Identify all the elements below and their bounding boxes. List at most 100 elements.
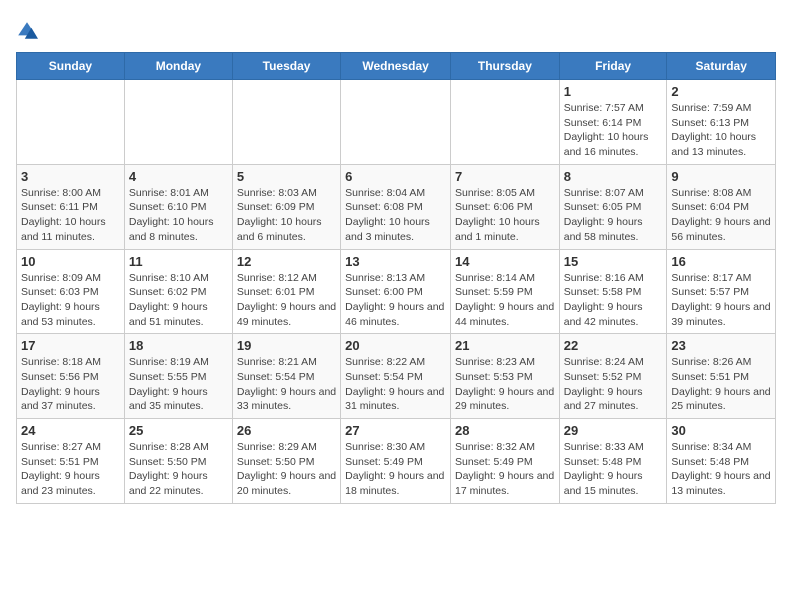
day-number: 5	[237, 169, 336, 184]
day-info: Sunrise: 7:59 AM Sunset: 6:13 PM Dayligh…	[671, 101, 771, 160]
calendar-cell: 10 Sunrise: 8:09 AM Sunset: 6:03 PM Dayli…	[17, 249, 125, 334]
calendar-header: SundayMondayTuesdayWednesdayThursdayFrid…	[17, 53, 776, 80]
calendar-cell	[450, 80, 559, 165]
weekday-header-thursday: Thursday	[450, 53, 559, 80]
day-number: 4	[129, 169, 228, 184]
day-info: Sunrise: 8:17 AM Sunset: 5:57 PM Dayligh…	[671, 271, 771, 330]
day-info: Sunrise: 8:08 AM Sunset: 6:04 PM Dayligh…	[671, 186, 771, 245]
calendar-week-row: 3 Sunrise: 8:00 AM Sunset: 6:11 PM Daylig…	[17, 164, 776, 249]
calendar-cell: 12 Sunrise: 8:12 AM Sunset: 6:01 PM Dayli…	[232, 249, 340, 334]
calendar-cell	[232, 80, 340, 165]
weekday-header-friday: Friday	[559, 53, 667, 80]
day-info: Sunrise: 8:29 AM Sunset: 5:50 PM Dayligh…	[237, 440, 336, 499]
day-info: Sunrise: 8:00 AM Sunset: 6:11 PM Dayligh…	[21, 186, 120, 245]
calendar-cell: 11 Sunrise: 8:10 AM Sunset: 6:02 PM Dayli…	[124, 249, 232, 334]
calendar-cell: 29 Sunrise: 8:33 AM Sunset: 5:48 PM Dayli…	[559, 419, 667, 504]
day-info: Sunrise: 8:18 AM Sunset: 5:56 PM Dayligh…	[21, 355, 120, 414]
weekday-header-wednesday: Wednesday	[341, 53, 451, 80]
calendar-cell: 18Sunrise: 8:19 AM Sunset: 5:55 PM Dayli…	[124, 334, 232, 419]
day-info: Sunrise: 7:57 AM Sunset: 6:14 PM Dayligh…	[564, 101, 663, 160]
calendar-week-row: 17 Sunrise: 8:18 AM Sunset: 5:56 PM Dayli…	[17, 334, 776, 419]
day-info: Sunrise: 8:33 AM Sunset: 5:48 PM Dayligh…	[564, 440, 663, 499]
day-info: Sunrise: 8:16 AM Sunset: 5:58 PM Dayligh…	[564, 271, 663, 330]
day-number: 11	[129, 254, 228, 269]
calendar-cell	[341, 80, 451, 165]
day-number: 9	[671, 169, 771, 184]
day-info: Sunrise: 8:07 AM Sunset: 6:05 PM Dayligh…	[564, 186, 663, 245]
calendar-cell: 30 Sunrise: 8:34 AM Sunset: 5:48 PM Dayli…	[667, 419, 776, 504]
calendar-week-row: 10 Sunrise: 8:09 AM Sunset: 6:03 PM Dayli…	[17, 249, 776, 334]
day-number: 30	[671, 423, 771, 438]
calendar-cell: 16 Sunrise: 8:17 AM Sunset: 5:57 PM Dayli…	[667, 249, 776, 334]
day-number: 2	[671, 84, 771, 99]
day-number: 15	[564, 254, 663, 269]
calendar-week-row: 1 Sunrise: 7:57 AM Sunset: 6:14 PM Daylig…	[17, 80, 776, 165]
calendar-cell: 23Sunrise: 8:26 AM Sunset: 5:51 PM Dayli…	[667, 334, 776, 419]
logo-icon	[16, 20, 38, 42]
calendar-table: SundayMondayTuesdayWednesdayThursdayFrid…	[16, 52, 776, 504]
day-number: 3	[21, 169, 120, 184]
calendar-cell	[124, 80, 232, 165]
calendar-body: 1 Sunrise: 7:57 AM Sunset: 6:14 PM Daylig…	[17, 80, 776, 504]
day-info: Sunrise: 8:23 AM Sunset: 5:53 PM Dayligh…	[455, 355, 555, 414]
day-info: Sunrise: 8:34 AM Sunset: 5:48 PM Dayligh…	[671, 440, 771, 499]
day-number: 14	[455, 254, 555, 269]
calendar-cell: 19Sunrise: 8:21 AM Sunset: 5:54 PM Dayli…	[232, 334, 340, 419]
day-info: Sunrise: 8:14 AM Sunset: 5:59 PM Dayligh…	[455, 271, 555, 330]
calendar-cell: 25 Sunrise: 8:28 AM Sunset: 5:50 PM Dayli…	[124, 419, 232, 504]
calendar-cell: 13 Sunrise: 8:13 AM Sunset: 6:00 PM Dayli…	[341, 249, 451, 334]
calendar-cell: 26 Sunrise: 8:29 AM Sunset: 5:50 PM Dayli…	[232, 419, 340, 504]
day-info: Sunrise: 8:32 AM Sunset: 5:49 PM Dayligh…	[455, 440, 555, 499]
day-number: 20	[345, 338, 446, 353]
weekday-header-monday: Monday	[124, 53, 232, 80]
weekday-header-saturday: Saturday	[667, 53, 776, 80]
day-number: 1	[564, 84, 663, 99]
day-number: 10	[21, 254, 120, 269]
day-info: Sunrise: 8:12 AM Sunset: 6:01 PM Dayligh…	[237, 271, 336, 330]
calendar-cell: 5 Sunrise: 8:03 AM Sunset: 6:09 PM Daylig…	[232, 164, 340, 249]
day-number: 6	[345, 169, 446, 184]
day-number: 26	[237, 423, 336, 438]
day-info: Sunrise: 8:22 AM Sunset: 5:54 PM Dayligh…	[345, 355, 446, 414]
calendar-cell: 28Sunrise: 8:32 AM Sunset: 5:49 PM Dayli…	[450, 419, 559, 504]
day-number: 12	[237, 254, 336, 269]
calendar-cell: 8 Sunrise: 8:07 AM Sunset: 6:05 PM Daylig…	[559, 164, 667, 249]
calendar-cell: 4 Sunrise: 8:01 AM Sunset: 6:10 PM Daylig…	[124, 164, 232, 249]
day-info: Sunrise: 8:03 AM Sunset: 6:09 PM Dayligh…	[237, 186, 336, 245]
calendar-cell: 3 Sunrise: 8:00 AM Sunset: 6:11 PM Daylig…	[17, 164, 125, 249]
day-number: 29	[564, 423, 663, 438]
day-number: 17	[21, 338, 120, 353]
day-info: Sunrise: 8:04 AM Sunset: 6:08 PM Dayligh…	[345, 186, 446, 245]
day-info: Sunrise: 8:24 AM Sunset: 5:52 PM Dayligh…	[564, 355, 663, 414]
day-info: Sunrise: 8:21 AM Sunset: 5:54 PM Dayligh…	[237, 355, 336, 414]
day-number: 8	[564, 169, 663, 184]
calendar-cell: 17 Sunrise: 8:18 AM Sunset: 5:56 PM Dayli…	[17, 334, 125, 419]
day-number: 25	[129, 423, 228, 438]
calendar-cell: 20 Sunrise: 8:22 AM Sunset: 5:54 PM Dayli…	[341, 334, 451, 419]
day-info: Sunrise: 8:19 AM Sunset: 5:55 PM Dayligh…	[129, 355, 228, 414]
day-number: 7	[455, 169, 555, 184]
day-number: 16	[671, 254, 771, 269]
day-info: Sunrise: 8:13 AM Sunset: 6:00 PM Dayligh…	[345, 271, 446, 330]
day-info: Sunrise: 8:01 AM Sunset: 6:10 PM Dayligh…	[129, 186, 228, 245]
weekday-header-tuesday: Tuesday	[232, 53, 340, 80]
day-info: Sunrise: 8:28 AM Sunset: 5:50 PM Dayligh…	[129, 440, 228, 499]
day-number: 22	[564, 338, 663, 353]
day-number: 23	[671, 338, 771, 353]
weekday-header-row: SundayMondayTuesdayWednesdayThursdayFrid…	[17, 53, 776, 80]
calendar-cell: 24 Sunrise: 8:27 AM Sunset: 5:51 PM Dayli…	[17, 419, 125, 504]
calendar-cell: 21Sunrise: 8:23 AM Sunset: 5:53 PM Dayli…	[450, 334, 559, 419]
weekday-header-sunday: Sunday	[17, 53, 125, 80]
calendar-cell: 27Sunrise: 8:30 AM Sunset: 5:49 PM Dayli…	[341, 419, 451, 504]
calendar-cell: 2 Sunrise: 7:59 AM Sunset: 6:13 PM Daylig…	[667, 80, 776, 165]
day-number: 24	[21, 423, 120, 438]
calendar-week-row: 24 Sunrise: 8:27 AM Sunset: 5:51 PM Dayli…	[17, 419, 776, 504]
day-info: Sunrise: 8:05 AM Sunset: 6:06 PM Dayligh…	[455, 186, 555, 245]
calendar-cell: 14 Sunrise: 8:14 AM Sunset: 5:59 PM Dayli…	[450, 249, 559, 334]
day-number: 13	[345, 254, 446, 269]
day-info: Sunrise: 8:27 AM Sunset: 5:51 PM Dayligh…	[21, 440, 120, 499]
calendar-cell	[17, 80, 125, 165]
day-info: Sunrise: 8:10 AM Sunset: 6:02 PM Dayligh…	[129, 271, 228, 330]
calendar-cell: 6 Sunrise: 8:04 AM Sunset: 6:08 PM Daylig…	[341, 164, 451, 249]
day-info: Sunrise: 8:09 AM Sunset: 6:03 PM Dayligh…	[21, 271, 120, 330]
